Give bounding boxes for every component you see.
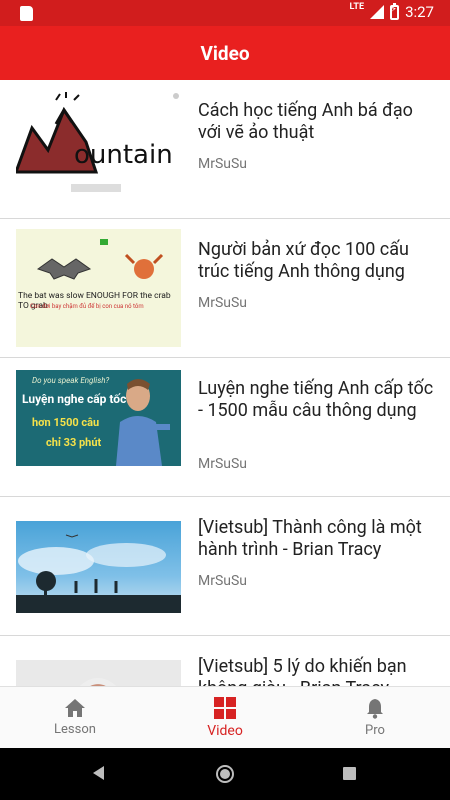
grid-icon xyxy=(214,696,236,719)
video-author: MrSuSu xyxy=(198,573,248,589)
video-item[interactable]: The bat was slow ENOUGH FOR the crab TO … xyxy=(0,219,450,358)
video-item[interactable]: ountain Cách học tiếng Anh bá đạo với vẽ… xyxy=(0,80,450,219)
video-item[interactable]: Do you speak English? Luyện nghe cấp tốc… xyxy=(0,358,450,497)
speaker-portrait-icon xyxy=(80,678,116,686)
thumbnail-subcaption: Con dơi bay chậm đủ để bị con cua nó tóm xyxy=(30,303,144,310)
nav-label: Pro xyxy=(365,723,385,738)
video-author: MrSuSu xyxy=(198,456,248,472)
video-author: MrSuSu xyxy=(198,156,248,172)
nav-lesson[interactable]: Lesson xyxy=(0,687,150,748)
silhouette-landscape-icon xyxy=(16,534,181,613)
back-icon[interactable] xyxy=(93,766,104,780)
status-icons: LTE 3:27 xyxy=(349,2,434,21)
bat-crab-drawing-icon xyxy=(16,229,181,347)
network-type: LTE xyxy=(349,2,365,12)
home-icon xyxy=(65,699,85,717)
video-title[interactable]: Luyện nghe tiếng Anh cấp tốc - 1500 mẫu … xyxy=(198,378,436,422)
nav-pro[interactable]: Pro xyxy=(300,687,450,748)
signal-icon xyxy=(370,5,385,19)
video-title[interactable]: Người bản xứ đọc 100 cấu trúc tiếng Anh … xyxy=(198,239,436,283)
thumbnail-text: ountain xyxy=(74,140,173,170)
system-navigation-bar xyxy=(0,748,450,800)
home-circle-icon[interactable] xyxy=(216,765,234,783)
video-title[interactable]: Cách học tiếng Anh bá đạo với vẽ ảo thuậ… xyxy=(198,100,436,144)
nav-label: Lesson xyxy=(54,722,96,737)
presenter-illustration-icon xyxy=(116,379,170,466)
video-title[interactable]: [Vietsub] Thành công là một hành trình -… xyxy=(198,517,436,561)
clock: 3:27 xyxy=(405,3,434,21)
video-item[interactable]: [Vietsub] 5 lý do khiến bạn không giàu -… xyxy=(0,636,450,686)
video-thumbnail[interactable]: The bat was slow ENOUGH FOR the crab TO … xyxy=(16,229,181,347)
nav-video[interactable]: Video xyxy=(150,687,300,748)
video-item[interactable]: [Vietsub] Thành công là một hành trình -… xyxy=(0,497,450,636)
video-thumbnail[interactable]: ountain xyxy=(16,90,181,208)
video-thumbnail[interactable] xyxy=(16,660,181,686)
bottom-navigation: Lesson Video Pro xyxy=(0,686,450,748)
nav-label: Video xyxy=(207,722,243,739)
video-author: MrSuSu xyxy=(198,295,248,311)
video-thumbnail[interactable] xyxy=(16,521,181,613)
status-bar: LTE 3:27 xyxy=(0,0,450,26)
video-thumbnail[interactable]: Do you speak English? Luyện nghe cấp tốc… xyxy=(16,370,181,466)
video-list[interactable]: ountain Cách học tiếng Anh bá đạo với vẽ… xyxy=(0,80,450,686)
page-title: Video xyxy=(200,41,250,65)
bell-icon xyxy=(367,699,383,719)
sd-card-icon xyxy=(20,6,33,21)
battery-icon xyxy=(390,2,400,20)
video-title[interactable]: [Vietsub] 5 lý do khiến bạn không giàu -… xyxy=(198,656,436,686)
recent-apps-icon[interactable] xyxy=(343,767,356,780)
app-bar: Video xyxy=(0,26,450,80)
